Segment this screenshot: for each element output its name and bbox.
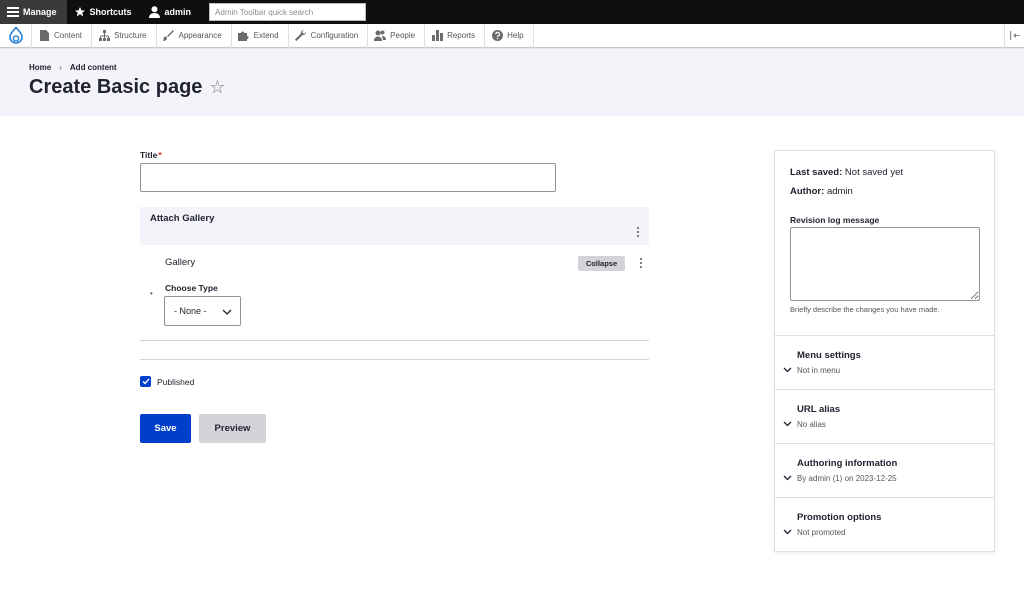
last-saved-value: Not saved yet xyxy=(844,167,904,178)
revision-log-label: Revision log message xyxy=(790,215,880,225)
chevron-down-icon xyxy=(783,468,792,486)
wrench-icon xyxy=(295,30,307,42)
preview-button[interactable]: Preview xyxy=(199,414,266,443)
section-title: URL alias xyxy=(797,404,841,415)
save-button[interactable]: Save xyxy=(140,414,191,443)
admin-quick-search-input[interactable] xyxy=(209,3,367,21)
tray-item-appearance[interactable]: Appearance xyxy=(157,23,232,48)
choose-type-label: Choose Type xyxy=(165,283,218,293)
revision-log-help: Briefly describe the changes you have ma… xyxy=(790,305,940,314)
list-bullet: • xyxy=(150,289,153,298)
page-header: Home › Add content Create Basic page ☆ xyxy=(0,49,1024,116)
manage-tab[interactable]: Manage xyxy=(0,0,67,24)
sitemap-icon xyxy=(98,30,110,42)
published-row: Published xyxy=(140,376,194,387)
chevron-down-icon xyxy=(783,360,792,378)
puzzle-icon xyxy=(238,30,250,42)
author-value: admin xyxy=(826,186,853,197)
author-label: Author: xyxy=(790,186,825,197)
tray-item-label: People xyxy=(390,31,416,40)
revision-log-textarea[interactable] xyxy=(790,227,980,301)
section-title: Promotion options xyxy=(797,512,882,523)
required-marker: * xyxy=(158,150,162,160)
gallery-label: Gallery xyxy=(165,257,196,268)
drupal-logo-icon[interactable] xyxy=(0,23,32,48)
title-label-text: Title xyxy=(140,150,158,160)
collapse-button[interactable]: Collapse xyxy=(578,256,625,271)
title-input[interactable] xyxy=(140,163,556,192)
attach-gallery-more-icon[interactable] xyxy=(635,227,641,237)
divider xyxy=(140,340,649,341)
tray-item-help[interactable]: Help xyxy=(485,23,534,48)
help-icon xyxy=(491,30,503,42)
breadcrumb-separator: › xyxy=(59,63,62,72)
user-icon xyxy=(148,5,162,19)
admin-menu-tray: Content Structure Appearance Extend Conf… xyxy=(0,23,1024,48)
choose-type-select[interactable]: - None - xyxy=(164,296,241,326)
menu-settings-section[interactable]: Menu settings Not in menu xyxy=(775,335,994,389)
section-title: Authoring information xyxy=(797,458,898,469)
tray-item-configuration[interactable]: Configuration xyxy=(289,23,369,48)
section-title: Menu settings xyxy=(797,350,861,361)
tray-item-label: Reports xyxy=(447,31,476,40)
star-icon xyxy=(73,5,87,19)
tray-item-label: Content xyxy=(54,31,83,40)
collapse-arrow-icon xyxy=(1009,27,1020,45)
tray-item-content[interactable]: Content xyxy=(32,23,93,48)
shortcuts-tab[interactable]: Shortcuts xyxy=(67,0,142,24)
checkmark-icon xyxy=(142,378,150,385)
breadcrumb-home-link[interactable]: Home xyxy=(29,63,51,72)
url-alias-section[interactable]: URL alias No alias xyxy=(775,389,994,443)
tray-item-people[interactable]: People xyxy=(368,23,426,48)
tray-item-label: Appearance xyxy=(178,31,222,40)
hamburger-icon xyxy=(6,5,20,19)
title-label: Title* xyxy=(140,150,162,160)
section-summary: By admin (1) on 2023-12-25 xyxy=(797,474,897,483)
user-tab[interactable]: admin xyxy=(142,0,202,24)
tray-item-label: Extend xyxy=(253,31,279,40)
section-summary: No alias xyxy=(797,420,826,429)
tray-item-label: Configuration xyxy=(310,31,359,40)
author: Author: admin xyxy=(790,186,853,197)
last-saved: Last saved: Not saved yet xyxy=(790,167,903,178)
page-title-row: Create Basic page ☆ xyxy=(29,76,226,99)
user-label: admin xyxy=(164,7,192,17)
promotion-options-section[interactable]: Promotion options Not promoted xyxy=(775,497,994,551)
chevron-down-icon xyxy=(783,414,792,432)
page-icon xyxy=(38,30,50,42)
chevron-down-icon xyxy=(222,307,232,317)
tray-item-reports[interactable]: Reports xyxy=(425,23,486,48)
breadcrumb-add-content-link[interactable]: Add content xyxy=(70,63,117,72)
breadcrumb: Home › Add content xyxy=(29,63,117,72)
bar-chart-icon xyxy=(431,30,443,42)
section-summary: Not promoted xyxy=(797,528,846,537)
shortcut-star-icon[interactable]: ☆ xyxy=(209,77,225,98)
paintbrush-icon xyxy=(163,30,175,42)
tray-item-label: Structure xyxy=(114,31,147,40)
people-icon xyxy=(374,30,387,42)
tray-item-structure[interactable]: Structure xyxy=(92,23,157,48)
chevron-down-icon xyxy=(783,522,792,540)
page-title: Create Basic page xyxy=(29,76,203,98)
admin-toolbar: Manage Shortcuts admin xyxy=(0,0,1024,24)
tray-orientation-toggle[interactable] xyxy=(1004,23,1024,48)
tray-item-extend[interactable]: Extend xyxy=(232,23,289,48)
shortcuts-label: Shortcuts xyxy=(89,7,132,17)
attach-gallery-panel: Attach Gallery xyxy=(140,207,649,245)
authoring-information-section[interactable]: Authoring information By admin (1) on 20… xyxy=(775,443,994,497)
gallery-more-icon[interactable] xyxy=(638,258,644,268)
choose-type-value: - None - xyxy=(174,306,207,316)
tray-item-label: Help xyxy=(507,31,524,40)
last-saved-label: Last saved: xyxy=(790,167,843,178)
divider xyxy=(140,359,649,360)
manage-label: Manage xyxy=(23,7,57,17)
attach-gallery-title: Attach Gallery xyxy=(150,213,215,224)
section-summary: Not in menu xyxy=(797,366,841,375)
meta-sidebar: Last saved: Not saved yet Author: admin … xyxy=(774,150,995,552)
published-label: Published xyxy=(157,376,195,387)
published-checkbox[interactable] xyxy=(140,376,151,387)
